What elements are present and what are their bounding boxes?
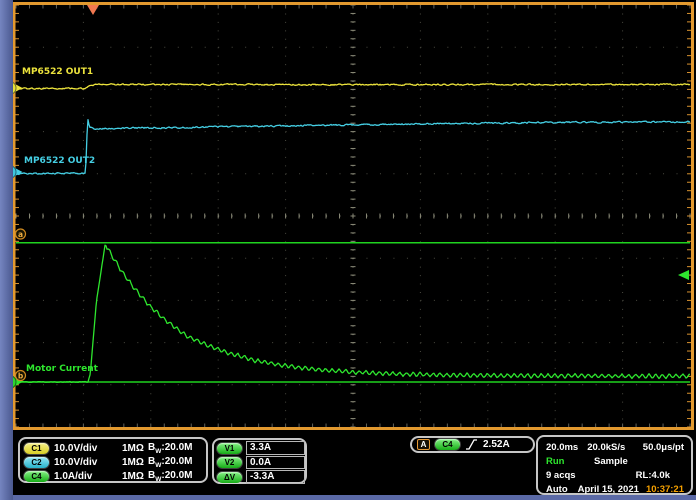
channel4-impedance: 1MΩ — [122, 471, 148, 482]
channel4-settings-row[interactable]: C4 1.0A/div 1MΩ BW:20.0M — [24, 469, 206, 483]
trigger-readout-panel[interactable]: A C4 2.52A — [410, 436, 535, 453]
record-length: RL:4.0k — [636, 470, 670, 481]
cursor-a-handle[interactable]: a — [16, 229, 26, 239]
cursor-v2-row[interactable]: V2 0.0A — [217, 456, 305, 471]
channel4-scale: 1.0A/div — [54, 471, 122, 482]
trigger-a-badge[interactable]: A — [417, 439, 430, 450]
acquisition-count: 9 acqs — [546, 470, 576, 481]
acquisition-mode: Sample — [594, 456, 628, 467]
cursor-b-handle[interactable]: b — [16, 371, 26, 381]
channel2-impedance: 1MΩ — [122, 457, 148, 468]
cursor-v1-value: 3.3A — [246, 441, 305, 455]
cursor-v2-value: 0.0A — [246, 456, 305, 470]
cursor-delta-badge[interactable]: ΔV — [217, 472, 242, 483]
cursor-delta-row[interactable]: ΔV -3.3A — [217, 470, 305, 485]
channel4-bandwidth: BW:20.0M — [148, 470, 193, 483]
window-frame-left — [0, 0, 13, 500]
channel1-settings-row[interactable]: C1 10.0V/div 1MΩ BW:20.0M — [24, 441, 206, 455]
run-state: Run — [546, 456, 594, 467]
channel2-settings-row[interactable]: C2 10.0V/div 1MΩ BW:20.0M — [24, 455, 206, 469]
channel1-bandwidth: BW:20.0M — [148, 442, 193, 455]
trigger-source-badge[interactable]: C4 — [435, 439, 460, 450]
window-frame-bottom — [0, 495, 696, 500]
channel4-badge[interactable]: C4 — [24, 471, 49, 482]
cursor-b-label: b — [18, 371, 24, 380]
channel-settings-panel[interactable]: C1 10.0V/div 1MΩ BW:20.0M C2 10.0V/div 1… — [18, 437, 208, 483]
trigger-level-arrow[interactable] — [678, 270, 689, 280]
cursor-v2-badge[interactable]: V2 — [217, 457, 242, 468]
channel1-impedance: 1MΩ — [122, 443, 148, 454]
scope-overlay: 1 2 4 a b MP6522 OUT1 MP6522 OUT2 Motor … — [0, 0, 696, 432]
channel2-scale: 10.0V/div — [54, 457, 122, 468]
channel2-bandwidth: BW:20.0M — [148, 456, 193, 469]
date-value: April 15, 2021 — [578, 484, 639, 495]
rising-edge-slope-icon — [465, 438, 478, 451]
sample-rate-value: 20.0kS/s — [587, 442, 625, 453]
oscilloscope-screen: { "colors": { "bezel": "#e2992f", "ch1":… — [0, 0, 696, 500]
channel1-badge[interactable]: C1 — [24, 443, 49, 454]
trigger-position-marker[interactable] — [87, 5, 99, 15]
cursor-a-label: a — [18, 230, 23, 239]
channel1-scale: 10.0V/div — [54, 443, 122, 454]
acquisition-status-panel[interactable]: 20.0ms 20.0kS/s 50.0μs/pt Run Sample 9 a… — [536, 435, 693, 495]
cursor-v1-badge[interactable]: V1 — [217, 443, 242, 454]
graticule-bezel — [14, 4, 693, 429]
horizontal-settings-row: 20.0ms 20.0kS/s 50.0μs/pt — [546, 440, 684, 454]
cursor-readout-panel[interactable]: V1 3.3A V2 0.0A ΔV -3.3A — [212, 438, 307, 484]
timebase-value: 20.0ms — [546, 442, 578, 453]
cursor-v1-row[interactable]: V1 3.3A — [217, 441, 305, 456]
trace-label-motor-current: Motor Current — [26, 364, 99, 374]
time-per-point-value: 50.0μs/pt — [643, 442, 684, 453]
trigger-mode: Auto — [546, 484, 568, 495]
trace-label-out1: MP6522 OUT1 — [22, 67, 93, 77]
run-state-row: Run Sample — [546, 454, 684, 468]
cursor-delta-value: -3.3A — [246, 470, 305, 484]
acquisition-count-row: 9 acqs RL:4.0k — [546, 468, 684, 482]
channel2-badge[interactable]: C2 — [24, 457, 49, 468]
time-value: 10:37:21 — [646, 484, 684, 495]
trigger-level-value: 2.52A — [483, 439, 510, 450]
trace-label-out2: MP6522 OUT2 — [24, 156, 95, 166]
